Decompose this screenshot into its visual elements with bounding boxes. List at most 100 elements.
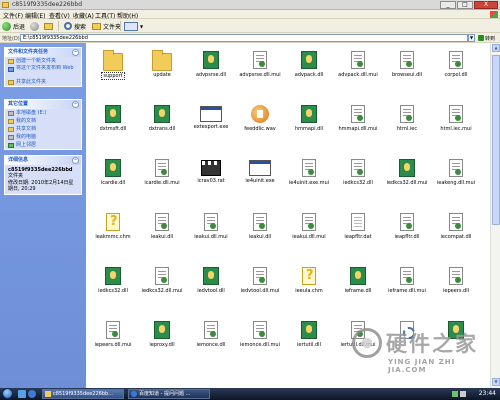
setup-icon [203,51,219,69]
scroll-up-icon[interactable]: ▲ [492,44,500,52]
place-shared-documents[interactable]: 共享文档 [5,125,81,133]
internet-explorer-icon[interactable] [28,390,36,398]
dll-icon [351,159,365,177]
dll-icon [400,105,414,123]
file-item[interactable]: iepeers.dll [426,267,486,294]
file-name: ieakeng.dll.mui [436,180,476,186]
setup-icon [105,267,121,285]
up-folder-button[interactable] [44,21,53,31]
details-modified: 修改日期: 2010年2月14日星期日, 20:29 [8,180,74,192]
start-button[interactable] [2,388,13,399]
place-local-disk[interactable]: 本地磁盘 (E:) [5,109,81,117]
task-publish-web[interactable]: 将这个文件夹发布到 Web [5,65,81,78]
maximize-button[interactable]: □ [457,1,473,9]
go-button[interactable]: 转到 [478,34,496,42]
search-button[interactable]: 搜索 [64,21,86,31]
other-places-title: 其它位置 [8,101,29,107]
dll-icon [155,213,169,231]
dll-icon [351,51,365,69]
setup-icon [203,267,219,285]
folder-icon [152,50,172,71]
dll-icon [155,159,169,177]
share-folder-icon [8,80,14,85]
address-input[interactable]: E:\c8519f9335dee226bbd [20,34,468,42]
task-share-folder[interactable]: 共享此文件夹 [5,78,81,86]
folder-icon [2,2,9,8]
setup-icon [301,105,317,123]
dll-icon [253,321,267,339]
place-label: 我的文档 [16,118,37,124]
exe-icon [200,106,222,122]
place-my-computer[interactable]: 我的电脑 [5,133,81,141]
place-label: 网上邻居 [16,142,37,148]
views-icon [124,21,138,31]
network-status-icon[interactable] [452,391,458,397]
dll-icon [449,213,463,231]
address-label: 地址(D) [2,36,20,42]
go-arrow-icon [478,35,484,41]
computer-icon [8,135,14,140]
other-places-header[interactable]: 其它位置 ^ [5,100,81,109]
wav-icon [251,105,269,123]
dll-icon [400,267,414,285]
file-name: iepeers.dll [443,288,469,294]
minimize-button[interactable]: _ [440,1,456,9]
taskbar-button-explorer[interactable]: c8519f9335dee226bb... [42,389,124,399]
place-my-documents[interactable]: 我的文档 [5,117,81,125]
up-folder-icon [44,22,53,30]
file-tasks-header[interactable]: 文件和文件夹任务 ^ [5,48,81,57]
task-new-folder[interactable]: 创建一个新文件夹 [5,57,81,65]
scroll-thumb[interactable] [492,55,500,225]
dll-icon [106,321,120,339]
views-button[interactable]: ▼ [124,21,143,31]
publish-web-icon [8,67,14,72]
dll-icon [204,321,218,339]
volume-icon[interactable] [460,391,466,397]
taskbar-button-label: c8519f9335dee226bb... [53,391,113,397]
collapse-icon[interactable]: ^ [72,49,79,56]
search-icon [64,22,72,30]
address-bar: 地址(D) E:\c8519f9335dee226bbd ▼ 转到 [0,33,500,43]
taskbar-button-browser[interactable]: 百度知道 - 提问问题 ... [128,389,210,399]
toolbar-divider [58,21,59,31]
dll-icon [253,267,267,285]
network-icon [8,143,14,148]
close-button[interactable]: X [474,1,498,9]
back-label: 后退 [13,23,26,31]
folders-icon [92,22,101,30]
details-header[interactable]: 详细信息 ^ [5,156,81,165]
go-label: 转到 [485,35,496,42]
dll-icon [400,213,414,231]
folders-button[interactable]: 文件夹 [92,21,121,31]
file-tasks-panel: 文件和文件夹任务 ^ 创建一个新文件夹 将这个文件夹发布到 Web 共享此文件夹 [4,47,82,87]
taskbar-button-label: 百度知道 - 提问问题 ... [139,391,191,397]
dll-icon [351,105,365,123]
dll-icon [155,267,169,285]
file-item[interactable]: ieakeng.dll.mui [426,159,486,186]
chevron-down-icon: ▼ [140,23,144,29]
scroll-down-icon[interactable]: ▼ [492,378,500,386]
show-desktop-icon[interactable] [18,390,26,398]
place-network[interactable]: 网上邻居 [5,141,81,149]
window-title: c8519f9335dee226bbd [12,1,83,8]
collapse-icon[interactable]: ^ [72,157,79,164]
address-dropdown-button[interactable]: ▼ [468,34,475,42]
clock[interactable]: 23:44 [479,389,496,399]
folder-icon [103,50,123,71]
file-name: support [101,72,125,80]
clap-icon [201,160,221,176]
dll-icon [253,213,267,231]
menu-bar: 文件(F) 编辑(E) 查看(V) 收藏(A) 工具(T) 帮助(H) [0,10,500,20]
forward-button[interactable] [30,21,39,31]
setup-icon [154,105,170,123]
dat-icon [351,213,365,231]
watermark: 硬件之家 YING JIAN ZHI JIA.COM [352,326,492,380]
back-button[interactable]: 后退 [2,21,25,31]
file-item[interactable]: html.iec.mui [426,105,486,132]
collapse-icon[interactable]: ^ [72,101,79,108]
file-name: html.iec.mui [440,126,472,132]
file-item[interactable]: iecompat.dll [426,213,486,240]
back-arrow-icon [2,21,11,31]
file-item[interactable]: corpol.dll [426,51,486,78]
setup-icon [350,267,366,285]
